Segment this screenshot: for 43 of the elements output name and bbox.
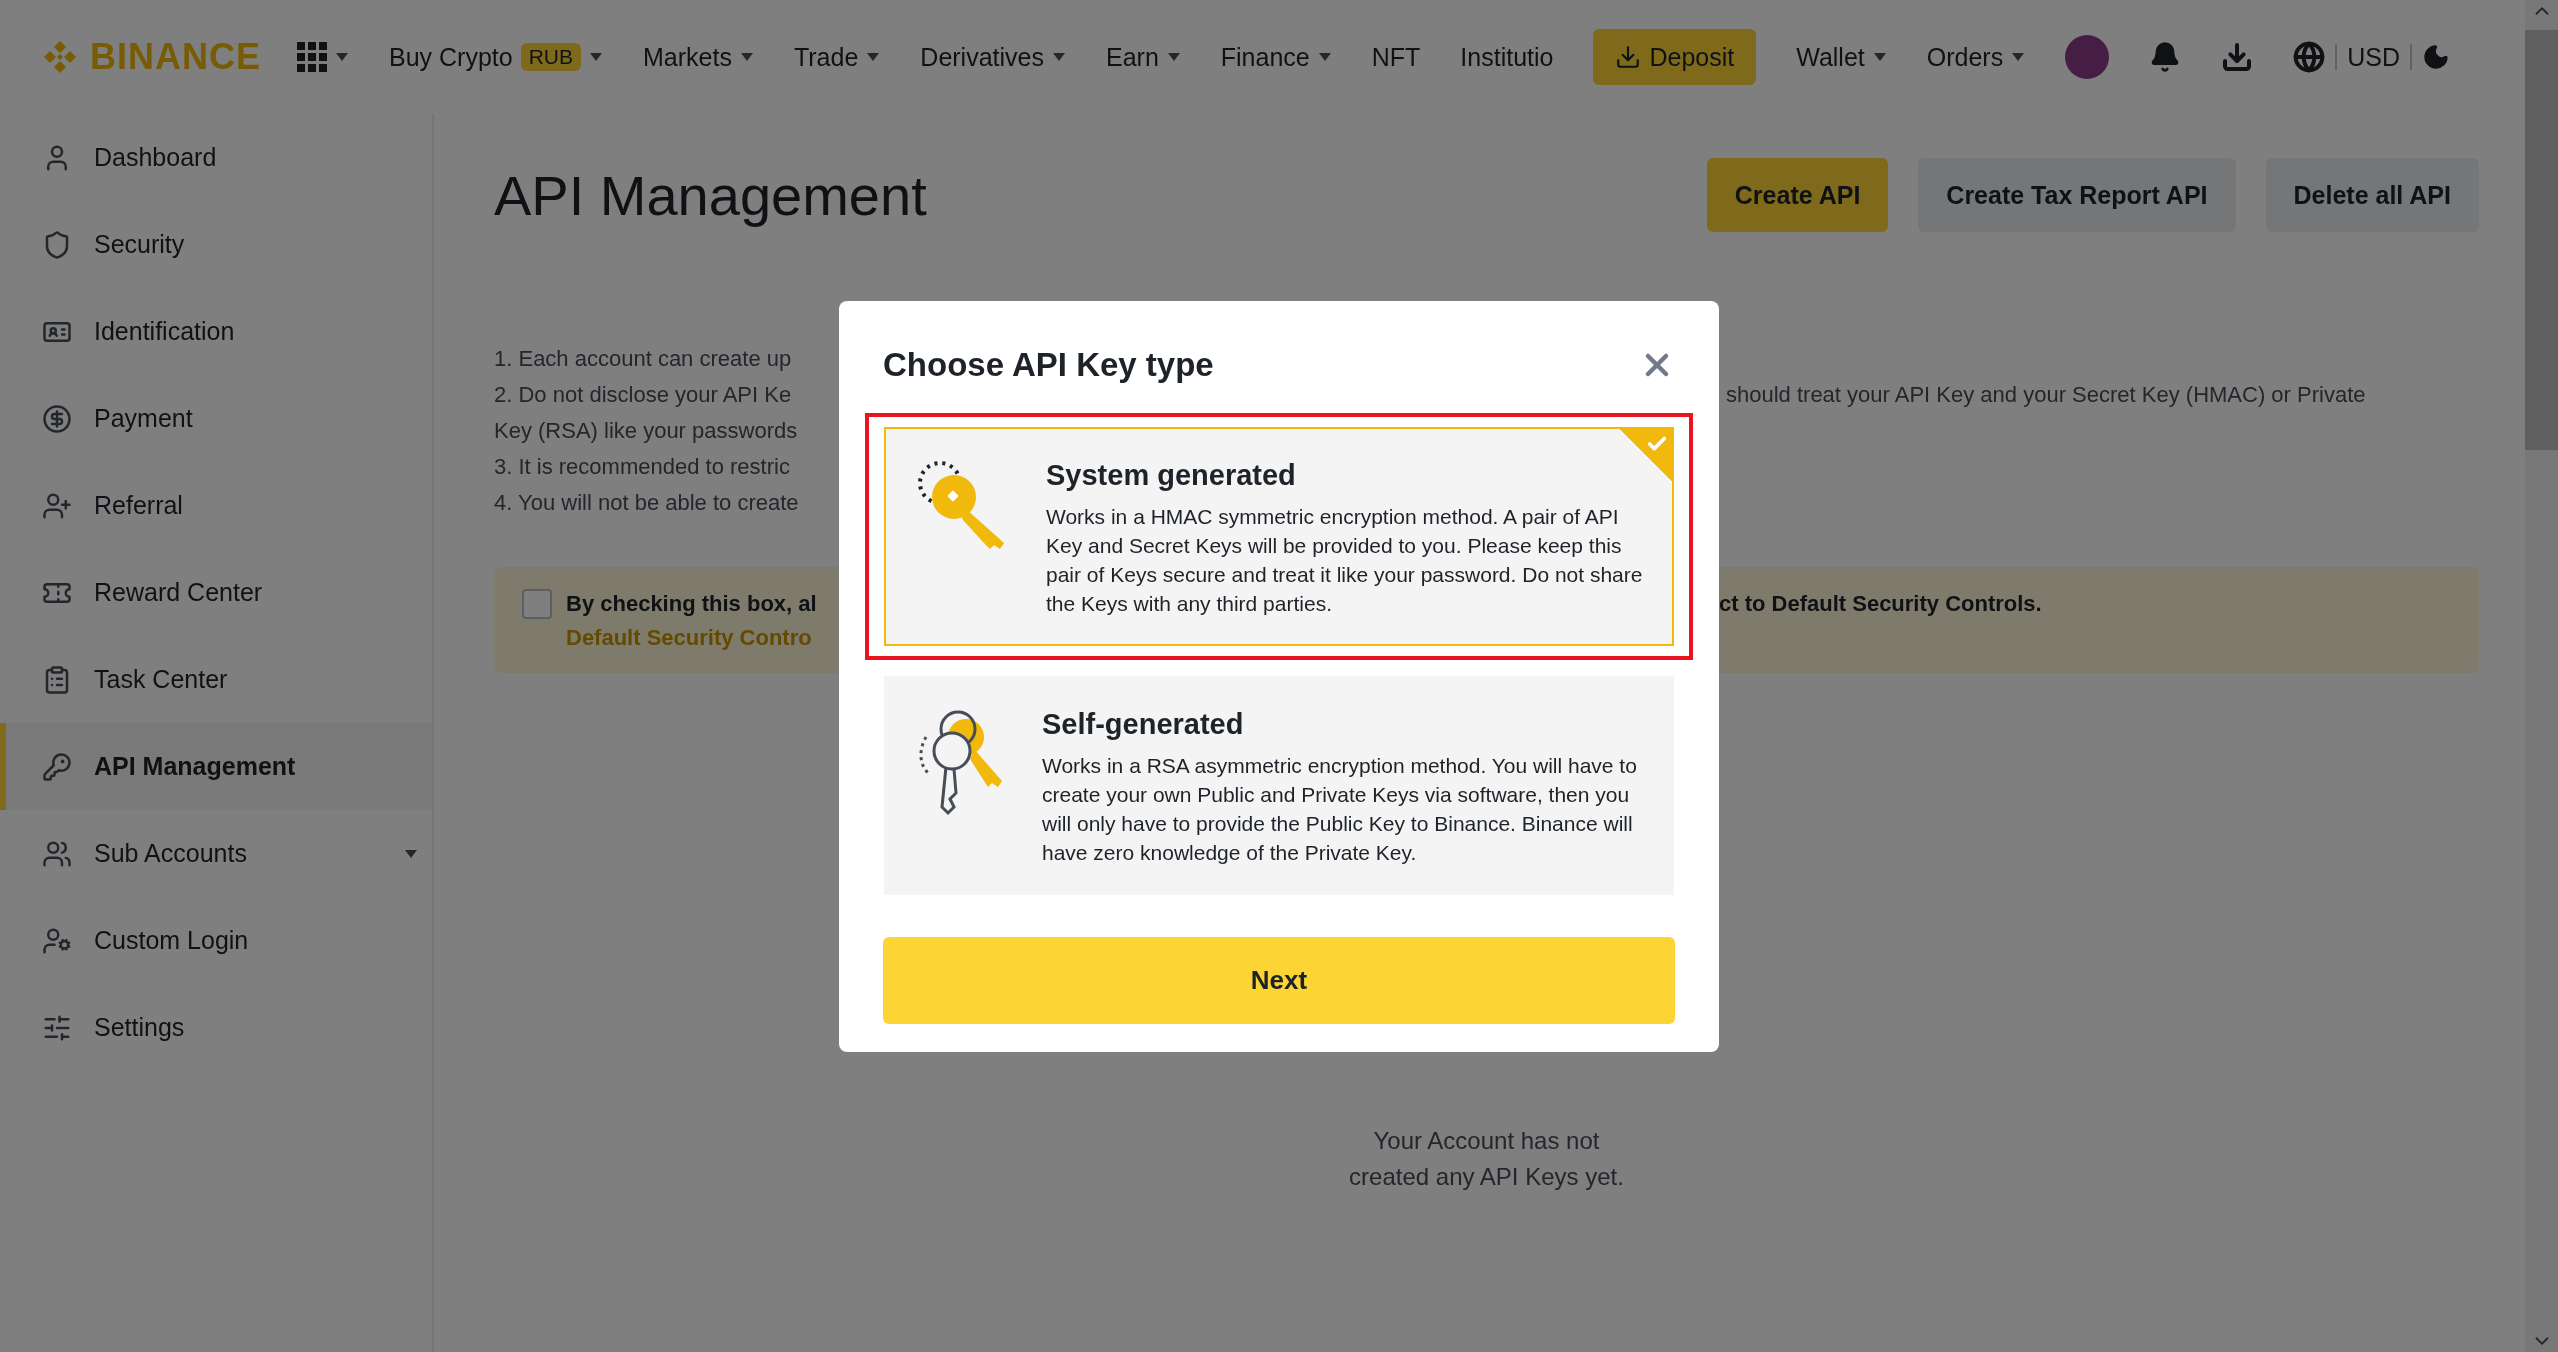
nav-item[interactable]: Institutio [1460, 42, 1554, 72]
option-title: System generated [1046, 458, 1297, 492]
action-button[interactable]: Create API [1706, 158, 1889, 232]
sidebar-item[interactable]: Identification [0, 288, 432, 375]
deposit-button[interactable]: Deposit [1593, 29, 1757, 85]
next-button[interactable]: Next [883, 936, 1675, 1024]
option-title: Self-generated [1042, 707, 1245, 741]
nav-item[interactable]: Orders [1926, 42, 2026, 72]
note-text: Key (RSA) like your passwords [494, 417, 799, 445]
consent-text: By checking this box, al [566, 591, 817, 617]
nav-item[interactable]: Trade [793, 42, 881, 72]
sidebar-item[interactable]: Payment [0, 375, 432, 462]
sidebar-item[interactable]: Dashboard [0, 114, 432, 201]
note-text: 3. It is recommended to restric [494, 453, 791, 481]
nav-item[interactable]: Finance [1220, 42, 1332, 72]
dialog-title: Choose API Key type [883, 345, 1214, 384]
nav-item[interactable]: Earn [1106, 42, 1181, 72]
sidebar-item[interactable]: Settings [0, 984, 432, 1071]
nav-item[interactable]: Markets [643, 42, 754, 72]
option-description: Works in a HMAC symmetric encryption method. A pair of API Key and Secret Keys will be provided to you. Please keep this pair of Keys secure and treat it like your password. Do not share the Keys with any third parties. [1046, 503, 1644, 617]
nav-item[interactable]: Buy Crypto RUB [389, 42, 604, 72]
sidebar-item[interactable]: Custom Login [0, 897, 432, 984]
note-text: 2. Do not disclose your API Ke [494, 381, 793, 409]
nav-item[interactable]: Wallet [1796, 42, 1887, 72]
sidebar-item[interactable]: Sub Accounts [0, 810, 432, 897]
currency-badge: RUB [520, 43, 582, 71]
action-button[interactable]: Create Tax Report API [1918, 158, 2236, 232]
nav-item[interactable]: NFT [1371, 42, 1421, 72]
action-button[interactable]: Delete all API [2265, 158, 2479, 232]
note-text: should treat your API Key and your Secret Key (HMAC) or Private [1725, 381, 2367, 409]
empty-state-text: Your Account has not created any API Keys yet. [1348, 1126, 1625, 1192]
note-text: 1. Each account can create up [494, 345, 793, 373]
sidebar-item[interactable]: Referral [0, 462, 432, 549]
note-text: 4. You will not be able to create [494, 489, 800, 517]
page-title: API Management [494, 162, 928, 228]
nav-item[interactable]: Derivatives [920, 42, 1066, 72]
currency-selector[interactable]: USD [2347, 42, 2400, 72]
option-description: Works in a RSA asymmetric encryption method. You will have to create your own Public and Private Keys via software, then you will only have to provide the Public Key to Binance. Binance will have zero knowledge of the Private Key. [1042, 752, 1638, 866]
sidebar-item[interactable]: Task Center [0, 636, 432, 723]
sidebar-item[interactable]: Reward Center [0, 549, 432, 636]
sidebar-item[interactable]: API Management [0, 723, 432, 810]
consent-text: ct to Default Security Controls. [1719, 591, 2042, 617]
sidebar-item[interactable]: Security [0, 201, 432, 288]
